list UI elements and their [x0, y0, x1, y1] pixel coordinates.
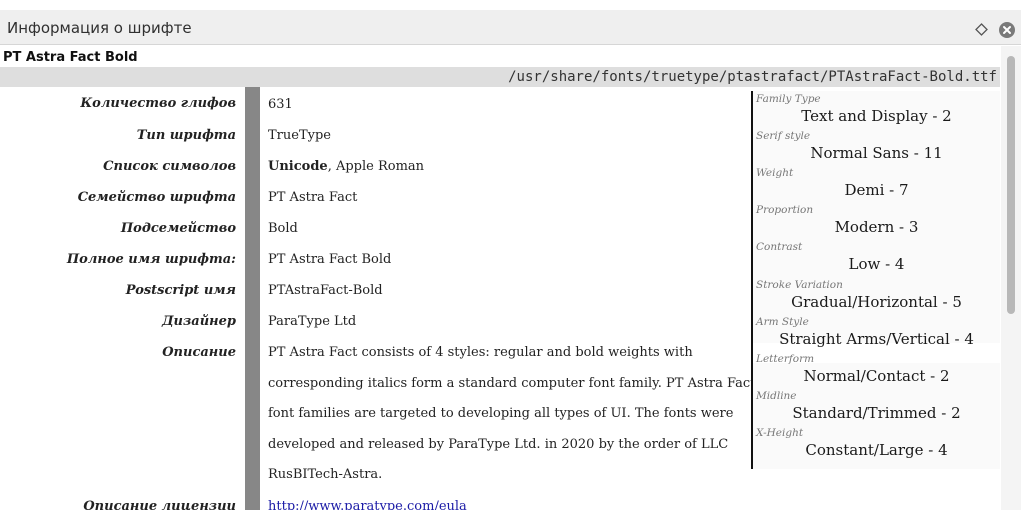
value-charmaps: Unicode, Apple Roman — [268, 159, 424, 174]
panose-value: Text and Display - 2 — [801, 107, 952, 125]
label-license: Описание лицензии — [83, 499, 236, 510]
diamond-icon[interactable] — [975, 21, 988, 36]
close-icon[interactable] — [999, 22, 1015, 38]
window-title: Информация о шрифте — [7, 19, 192, 37]
label-family: Семейство шрифта — [77, 190, 236, 205]
panose-value: Demi - 7 — [844, 181, 909, 199]
label-designer: Дизайнер — [161, 314, 236, 329]
font-info-panel: PT Astra Fact Bold /usr/share/fonts/true… — [0, 46, 1000, 510]
column-divider — [245, 87, 260, 510]
value-postscript-name: PTAstraFact-Bold — [268, 283, 383, 298]
description-line: developed and released by ParaType Ltd. … — [268, 437, 729, 452]
description-line: font families are targeted to developing… — [268, 406, 734, 421]
font-name-heading: PT Astra Fact Bold — [3, 50, 138, 65]
value-full-name: PT Astra Fact Bold — [268, 252, 392, 267]
panose-panel: Family Type Text and Display - 2 Serif s… — [751, 91, 1000, 469]
value-charmap-primary: Unicode — [268, 159, 328, 174]
scrollbar-thumb[interactable] — [1007, 56, 1015, 314]
panose-value: Normal Sans - 11 — [810, 144, 943, 162]
label-full-name: Полное имя шрифта: — [66, 252, 236, 267]
label-glyph-count: Количество глифов — [80, 96, 236, 111]
vertical-scrollbar[interactable] — [1001, 46, 1021, 510]
label-postscript-name: Postscript имя — [125, 283, 236, 298]
panose-key: Contrast — [756, 241, 803, 253]
panose-key: Arm Style — [756, 316, 809, 328]
description-line: PT Astra Fact consists of 4 styles: regu… — [268, 345, 693, 360]
panose-key: Weight — [756, 167, 794, 179]
panose-value: Constant/Large - 4 — [805, 441, 948, 459]
panose-value: Gradual/Horizontal - 5 — [791, 293, 962, 311]
panose-key: Stroke Variation — [756, 279, 843, 291]
value-family: PT Astra Fact — [268, 190, 358, 205]
value-charmap-rest: , Apple Roman — [327, 159, 425, 174]
panose-key: Serif style — [756, 130, 811, 142]
label-description: Описание — [162, 345, 236, 360]
value-glyph-count: 631 — [268, 97, 293, 112]
panose-key: Letterform — [756, 353, 815, 365]
panose-key: Proportion — [756, 204, 814, 216]
description-line: corresponding italics form a standard co… — [268, 376, 756, 391]
license-link[interactable]: http://www.paratype.com/eula — [268, 499, 467, 510]
value-font-type: TrueType — [268, 128, 331, 143]
font-path-bar: /usr/share/fonts/truetype/ptastrafact/PT… — [0, 67, 1000, 87]
title-bar: Информация о шрифте — [0, 10, 1021, 45]
description-line: RusBITech-Astra. — [268, 467, 383, 482]
label-style: Подсемейство — [120, 221, 236, 236]
panose-key: Family Type — [756, 93, 821, 105]
panose-key: Midline — [756, 390, 797, 402]
label-font-type: Тип шрифта — [136, 128, 236, 143]
panose-key: X-Height — [756, 427, 804, 439]
panose-value: Straight Arms/Vertical - 4 — [779, 330, 974, 348]
panose-value: Normal/Contact - 2 — [803, 367, 950, 385]
panose-value: Low - 4 — [848, 255, 905, 273]
panose-value: Modern - 3 — [834, 218, 919, 236]
panose-value: Standard/Trimmed - 2 — [792, 404, 961, 422]
value-designer: ParaType Ltd — [268, 314, 357, 329]
label-charmaps: Список символов — [103, 159, 236, 174]
value-style: Bold — [268, 221, 298, 236]
font-file-path: /usr/share/fonts/truetype/ptastrafact/PT… — [508, 69, 997, 85]
top-band — [0, 0, 1021, 10]
